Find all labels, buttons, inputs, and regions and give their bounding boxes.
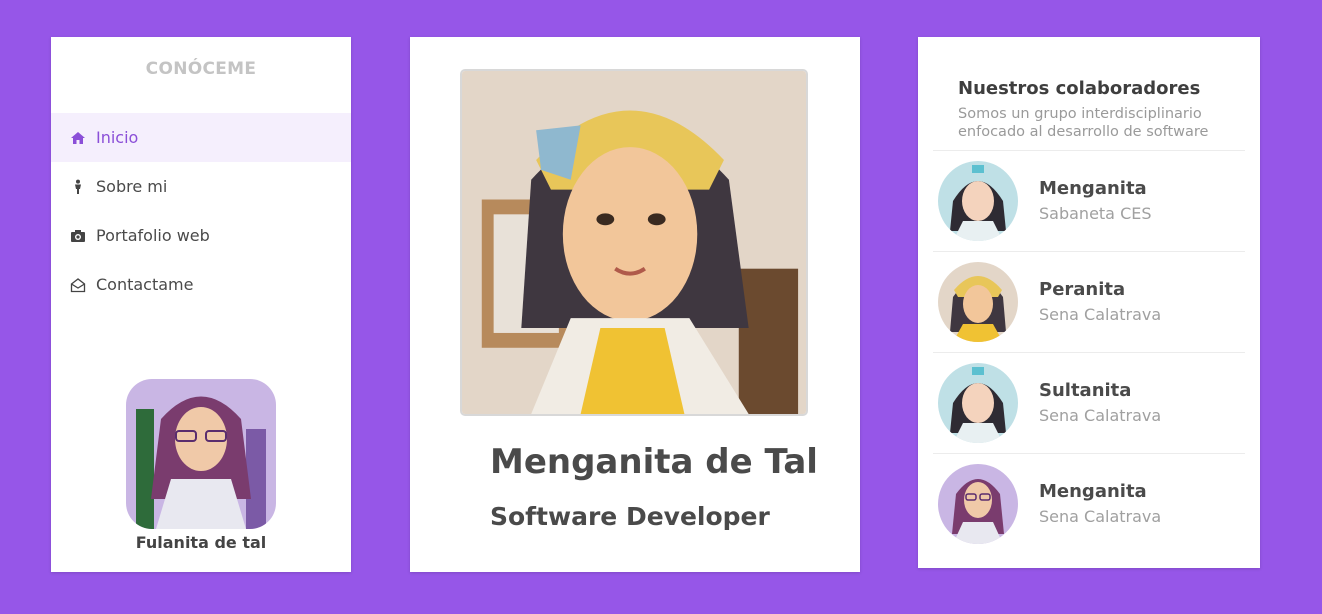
- sidebar: CONÓCEME Inicio Sobre mi Portafolio web …: [51, 37, 351, 572]
- sidebar-item-contactame[interactable]: Contactame: [51, 260, 351, 309]
- collaborator-org: Sena Calatrava: [1039, 406, 1162, 425]
- collaborators-list: Menganita Sabaneta CES Peranita Sena Cal…: [933, 150, 1245, 554]
- collaborator-name: Sultanita: [1039, 380, 1132, 401]
- profile-avatar: [126, 379, 276, 529]
- sidebar-item-label: Contactame: [96, 275, 194, 294]
- collaborator-name: Peranita: [1039, 279, 1126, 300]
- sidebar-item-inicio[interactable]: Inicio: [51, 113, 351, 162]
- list-item[interactable]: Menganita Sena Calatrava: [933, 453, 1245, 554]
- list-item[interactable]: Sultanita Sena Calatrava: [933, 352, 1245, 453]
- camera-icon: [70, 228, 86, 244]
- avatar: [938, 161, 1018, 241]
- collaborator-org: Sena Calatrava: [1039, 305, 1162, 324]
- sidebar-nav: Inicio Sobre mi Portafolio web Contactam…: [51, 113, 351, 309]
- main-name: Menganita de Tal: [490, 442, 818, 482]
- profile-name: Fulanita de tal: [135, 533, 267, 552]
- home-icon: [70, 130, 86, 146]
- sidebar-item-label: Inicio: [96, 128, 139, 147]
- collaborators-card: Nuestros colaboradores Somos un grupo in…: [918, 37, 1260, 568]
- sidebar-item-label: Sobre mi: [96, 177, 168, 196]
- collaborators-subtitle: Somos un grupo interdisciplinario enfoca…: [958, 106, 1209, 140]
- sidebar-item-label: Portafolio web: [96, 226, 210, 245]
- sidebar-item-portafolio[interactable]: Portafolio web: [51, 211, 351, 260]
- collaborator-org: Sabaneta CES: [1039, 204, 1152, 223]
- collaborators-title: Nuestros colaboradores: [958, 78, 1201, 99]
- list-item[interactable]: Menganita Sabaneta CES: [933, 150, 1245, 251]
- sidebar-item-sobre-mi[interactable]: Sobre mi: [51, 162, 351, 211]
- person-icon: [70, 179, 86, 195]
- main-role: Software Developer: [490, 502, 770, 531]
- collaborator-name: Menganita: [1039, 481, 1147, 502]
- avatar: [938, 262, 1018, 342]
- main-profile-card: Menganita de Tal Software Developer: [410, 37, 860, 572]
- collaborator-org: Sena Calatrava: [1039, 507, 1162, 526]
- list-item[interactable]: Peranita Sena Calatrava: [933, 251, 1245, 352]
- envelope-open-icon: [70, 277, 86, 293]
- collaborator-name: Menganita: [1039, 178, 1147, 199]
- avatar: [938, 464, 1018, 544]
- avatar: [938, 363, 1018, 443]
- brand-title: CONÓCEME: [145, 59, 257, 79]
- main-photo: [460, 69, 808, 416]
